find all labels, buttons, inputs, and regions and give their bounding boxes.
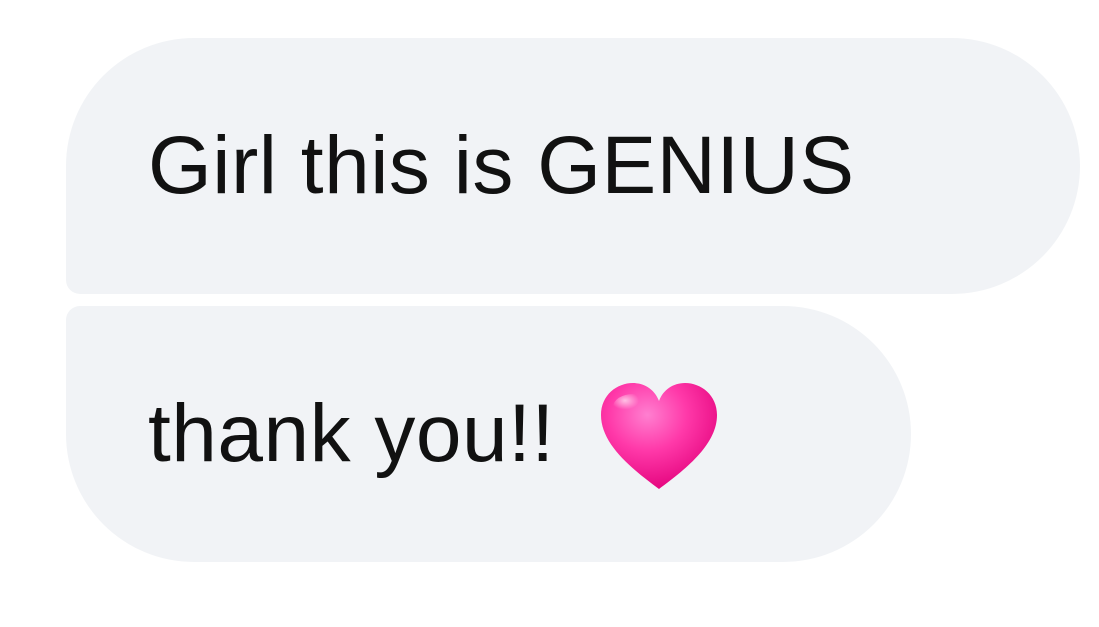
message-text: Girl this is GENIUS bbox=[148, 120, 855, 211]
message-thread: Girl this is GENIUS thank you!! bbox=[0, 0, 1099, 627]
message-text: thank you!! bbox=[148, 388, 555, 479]
message-bubble[interactable]: Girl this is GENIUS bbox=[66, 38, 1080, 294]
pink-heart-icon bbox=[595, 377, 723, 495]
message-bubble[interactable]: thank you!! bbox=[66, 306, 911, 562]
